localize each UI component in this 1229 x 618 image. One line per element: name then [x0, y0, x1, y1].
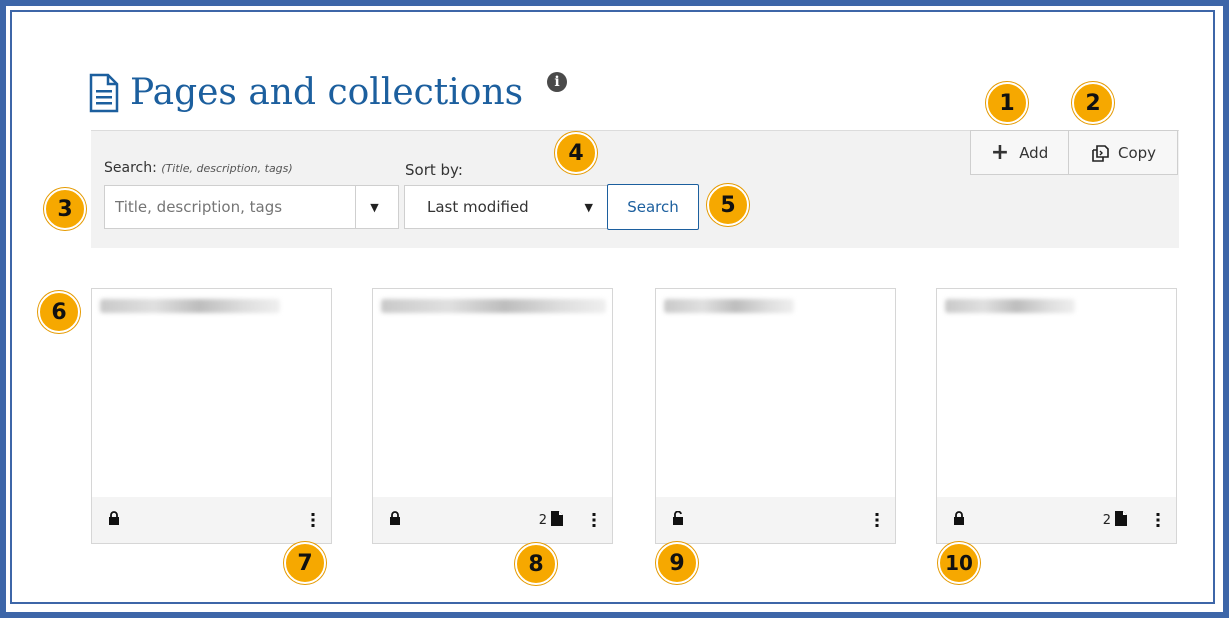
card-title[interactable]: Project notes [664, 299, 794, 313]
sort-label: Sort by: [405, 161, 463, 179]
plus-icon: + [990, 139, 1010, 165]
callout-badge: 6 [38, 291, 80, 333]
page-title-text: Pages and collections [130, 72, 524, 113]
callout-badge: 8 [515, 543, 557, 585]
callout-badge: 10 [938, 542, 980, 584]
add-button-label: Add [1019, 143, 1049, 162]
info-icon[interactable]: i [547, 72, 567, 92]
page-count: 2 [1102, 512, 1111, 528]
sort-select[interactable]: Last modified ▼ [404, 185, 608, 229]
kebab-icon[interactable] [1156, 513, 1160, 527]
search-label-hint: (Title, description, tags) [161, 162, 293, 175]
lock-icon [389, 511, 401, 529]
page-title: Pages and collections [88, 72, 523, 113]
search-label: Search: (Title, description, tags) [104, 160, 293, 176]
callout-badge: 7 [284, 542, 326, 584]
document-icon [89, 73, 119, 112]
card-title[interactable]: Reflections [945, 299, 1075, 313]
collection-card[interactable]: Teaching methods collection 2 [372, 288, 622, 553]
file-icon [547, 510, 564, 531]
callout-badge: 3 [44, 188, 86, 230]
chevron-down-icon: ▼ [370, 200, 379, 214]
copy-button-label: Copy [1117, 143, 1157, 162]
unlock-icon [672, 510, 684, 529]
page-count-badge: 2 [539, 510, 564, 531]
kebab-icon[interactable] [592, 513, 596, 527]
collection-card[interactable]: Reflections 2 [936, 288, 1186, 553]
page-count-badge: 2 [1103, 510, 1128, 531]
action-button-group: + Add Copy [970, 130, 1178, 175]
copy-button[interactable]: Copy [1069, 131, 1177, 174]
search-input[interactable]: ▼ [104, 185, 399, 229]
search-label-text: Search: [104, 160, 157, 176]
card-title[interactable]: Learning resources [100, 299, 280, 313]
lock-icon [953, 511, 965, 529]
chevron-down-icon: ▼ [584, 200, 593, 214]
callout-badge: 5 [707, 184, 749, 226]
lock-icon [108, 511, 120, 529]
copy-icon [1092, 144, 1109, 162]
card-footer [92, 497, 331, 543]
search-button[interactable]: Search [607, 184, 699, 230]
page-count: 2 [538, 512, 547, 528]
sort-select-value: Last modified [427, 198, 529, 216]
kebab-icon[interactable] [875, 513, 879, 527]
card-footer: 2 [373, 497, 612, 543]
add-button[interactable]: + Add [971, 131, 1069, 174]
page-card[interactable]: Project notes [655, 288, 896, 544]
file-icon [1111, 510, 1128, 531]
callout-badge: 4 [555, 132, 597, 174]
page-card[interactable]: Learning resources [91, 288, 332, 544]
kebab-icon[interactable] [311, 513, 315, 527]
card-footer [656, 497, 895, 543]
callout-badge: 2 [1072, 82, 1114, 124]
search-type-dropdown[interactable]: ▼ [355, 186, 393, 228]
callout-badge: 1 [986, 82, 1028, 124]
card-footer: 2 [937, 497, 1176, 543]
callout-badge: 9 [656, 542, 698, 584]
card-title[interactable]: Teaching methods collection [381, 299, 606, 313]
search-text-field[interactable] [105, 186, 355, 228]
